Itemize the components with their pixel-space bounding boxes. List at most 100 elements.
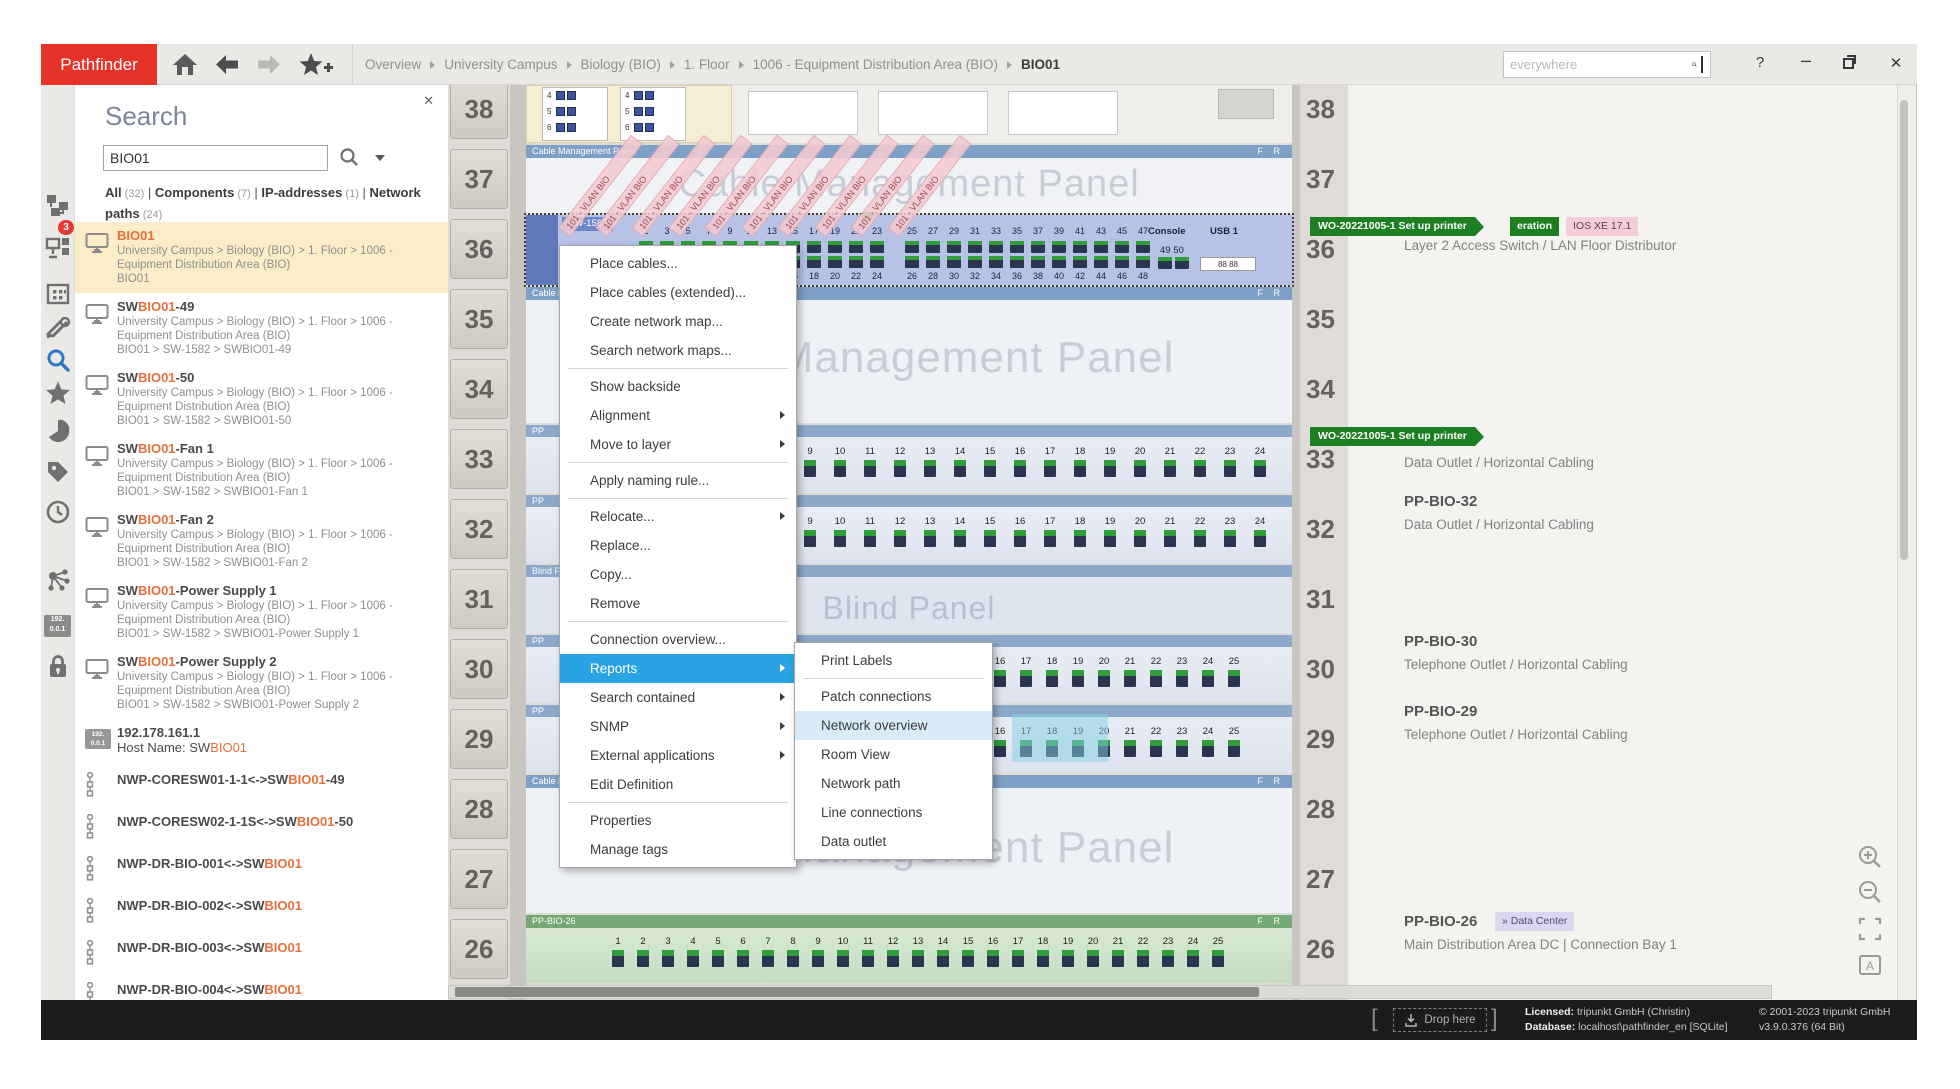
patch-port[interactable] <box>1037 950 1049 967</box>
search-query-input[interactable] <box>104 146 327 170</box>
forward-button[interactable] <box>255 51 285 78</box>
patch-port[interactable] <box>1134 460 1146 477</box>
barcode-scan-icon[interactable] <box>1701 56 1705 73</box>
patch-port[interactable] <box>1044 530 1056 547</box>
menu-item-external-applications[interactable]: External applications <box>560 741 796 770</box>
breadcrumb-item[interactable]: 1. Floor <box>684 57 730 72</box>
vertical-scrollbar-thumb[interactable] <box>1900 100 1908 560</box>
patch-port[interactable] <box>937 950 949 967</box>
patch-port[interactable] <box>1187 950 1199 967</box>
patch-port[interactable] <box>1012 950 1024 967</box>
data-center-badge[interactable]: » Data Center <box>1495 912 1574 931</box>
close-button[interactable]: ✕ <box>1883 54 1909 72</box>
lock-icon[interactable] <box>45 653 71 679</box>
drop-here-target[interactable]: Drop here <box>1393 1008 1487 1032</box>
menu-item-search-contained[interactable]: Search contained <box>560 683 796 712</box>
patch-port[interactable] <box>1074 530 1086 547</box>
patch-port[interactable] <box>894 460 906 477</box>
patch-port[interactable] <box>1228 670 1240 687</box>
fiber-port[interactable] <box>556 107 565 116</box>
patch-port[interactable] <box>1044 460 1056 477</box>
filter-components[interactable]: Components <box>155 185 234 200</box>
reports-pie-icon[interactable] <box>45 418 71 444</box>
patch-port[interactable] <box>864 460 876 477</box>
horizontal-scrollbar-thumb[interactable] <box>455 987 1259 997</box>
filter-all[interactable]: All <box>105 185 122 200</box>
history-clock-icon[interactable] <box>45 499 71 525</box>
patch-port[interactable] <box>954 530 966 547</box>
patch-port[interactable] <box>954 460 966 477</box>
search-result-item[interactable]: SWBIO01-Fan 2University Campus > Biology… <box>75 506 448 577</box>
vertical-scrollbar[interactable] <box>1897 85 1909 1000</box>
search-result-item[interactable]: NWP-CORESW02-1-1S<->SWBIO01-50 <box>75 804 448 846</box>
patch-port[interactable] <box>862 950 874 967</box>
fiber-port[interactable] <box>645 107 654 116</box>
patch-port[interactable] <box>1194 530 1206 547</box>
patch-port[interactable] <box>1137 950 1149 967</box>
patch-port[interactable] <box>994 670 1006 687</box>
patch-port[interactable] <box>1194 460 1206 477</box>
close-panel-icon[interactable]: ✕ <box>423 93 434 109</box>
panel-search-icon[interactable] <box>339 147 359 167</box>
search-icon[interactable] <box>1692 55 1697 74</box>
patch-port[interactable] <box>804 460 816 477</box>
fiber-port[interactable] <box>645 123 654 132</box>
menu-item-create-network-map[interactable]: Create network map... <box>560 307 796 336</box>
patch-port[interactable] <box>1124 670 1136 687</box>
patch-grid-icon[interactable] <box>45 281 71 307</box>
patch-port[interactable] <box>1176 740 1188 757</box>
patch-port[interactable] <box>1074 460 1086 477</box>
search-result-item[interactable]: 192.0.0.1192.178.161.1Host Name: SWBIO01 <box>75 719 448 762</box>
patch-port[interactable] <box>804 530 816 547</box>
patch-port[interactable] <box>834 460 846 477</box>
menu-item-patch-connections[interactable]: Patch connections <box>795 682 992 711</box>
patch-port[interactable] <box>1087 950 1099 967</box>
patch-port[interactable] <box>1164 530 1176 547</box>
menu-item-manage-tags[interactable]: Manage tags <box>560 835 796 864</box>
menu-item-move-to-layer[interactable]: Move to layer <box>560 430 796 459</box>
search-result-item[interactable]: NWP-CORESW01-1-1<->SWBIO01-49 <box>75 762 448 804</box>
patch-port[interactable] <box>962 950 974 967</box>
breadcrumb-item[interactable]: BIO01 <box>1021 57 1060 72</box>
menu-item-search-network-maps[interactable]: Search network maps... <box>560 336 796 365</box>
menu-item-replace[interactable]: Replace... <box>560 531 796 560</box>
menu-item-room-view[interactable]: Room View <box>795 740 992 769</box>
patch-port[interactable] <box>1254 460 1266 477</box>
menu-item-connection-overview[interactable]: Connection overview... <box>560 625 796 654</box>
patch-port[interactable] <box>994 740 1006 757</box>
menu-item-show-backside[interactable]: Show backside <box>560 372 796 401</box>
menu-item-remove[interactable]: Remove <box>560 589 796 618</box>
patch-port[interactable] <box>864 530 876 547</box>
menu-item-reports[interactable]: Reports <box>560 654 796 683</box>
patch-port[interactable] <box>1150 670 1162 687</box>
search-result-item[interactable]: BIO01University Campus > Biology (BIO) >… <box>75 222 448 293</box>
fiber-port[interactable] <box>556 123 565 132</box>
minimize-button[interactable]: – <box>1793 50 1819 71</box>
menu-item-place-cables-extended[interactable]: Place cables (extended)... <box>560 278 796 307</box>
work-order-ribbon[interactable]: WO-20221005-1 Set up printer <box>1310 427 1475 446</box>
back-button[interactable] <box>213 51 243 78</box>
favorites-icon[interactable] <box>45 380 71 406</box>
menu-item-network-overview[interactable]: Network overview <box>795 711 992 740</box>
patch-port[interactable] <box>1254 530 1266 547</box>
patch-port[interactable] <box>737 950 749 967</box>
patch-port[interactable] <box>984 530 996 547</box>
patch-port[interactable] <box>1124 740 1136 757</box>
fiber-port[interactable] <box>634 123 643 132</box>
patch-port[interactable] <box>924 460 936 477</box>
filter-ip-addresses[interactable]: IP-addresses <box>261 185 342 200</box>
breadcrumb[interactable]: OverviewUniversity CampusBiology (BIO)1.… <box>365 44 1060 85</box>
patch-port[interactable] <box>1062 950 1074 967</box>
fit-view-icon[interactable] <box>1856 915 1886 945</box>
menu-item-edit-definition[interactable]: Edit Definition <box>560 770 796 799</box>
breadcrumb-item[interactable]: Overview <box>365 57 421 72</box>
patch-port[interactable] <box>1202 740 1214 757</box>
search-result-item[interactable]: NWP-DR-BIO-004<->SWBIO01 <box>75 972 448 1000</box>
patch-port[interactable] <box>1224 460 1236 477</box>
breadcrumb-item[interactable]: 1006 - Equipment Distribution Area (BIO) <box>753 57 998 72</box>
patch-port[interactable] <box>762 950 774 967</box>
menu-item-line-connections[interactable]: Line connections <box>795 798 992 827</box>
menu-item-place-cables[interactable]: Place cables... <box>560 249 796 278</box>
patch-port[interactable] <box>924 530 936 547</box>
patch-port[interactable] <box>1162 950 1174 967</box>
